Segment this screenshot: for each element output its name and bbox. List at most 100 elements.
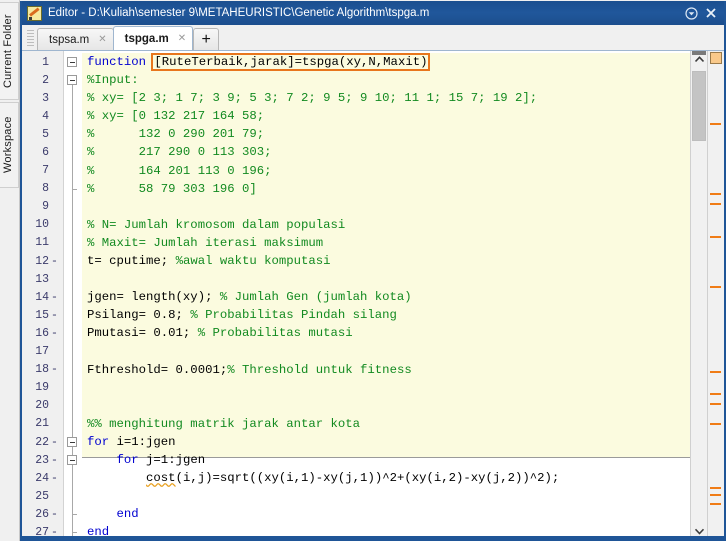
- line-number-4: 4: [22, 107, 63, 125]
- fold-row-1: [64, 53, 82, 71]
- code-line-18: Fthreshold= 0.0001;% Threshold untuk fit…: [82, 361, 690, 379]
- tab-bar-grip[interactable]: [27, 30, 34, 48]
- line-number-6: 6: [22, 143, 63, 161]
- line-number-value: 5: [42, 127, 49, 141]
- sidebar-tab-current-folder-label: Current Folder: [2, 14, 14, 88]
- code-line-15: Psilang= 0.8; % Probabilitas Pindah sila…: [82, 306, 690, 324]
- executable-line-marker[interactable]: -: [49, 454, 60, 467]
- analyzer-warning-mark[interactable]: [710, 193, 721, 195]
- tab-tspsa[interactable]: tspsa.m ✕: [37, 28, 114, 50]
- line-number-value: 16: [35, 326, 49, 340]
- code-line-14: jgen= length(xy); % Jumlah Gen (jumlah k…: [82, 288, 690, 306]
- scrollbar-track[interactable]: [691, 67, 707, 523]
- code-line-7: % 164 201 113 0 196;: [82, 162, 690, 180]
- tab-tspga-label: tspga.m: [124, 32, 169, 45]
- line-number-9: 9: [22, 198, 63, 216]
- function-signature-highlight: [RuteTerbaik,jarak]=tspga(xy,N,Maxit): [151, 53, 431, 71]
- line-number-3: 3: [22, 89, 63, 107]
- analyzer-warning-mark[interactable]: [710, 503, 721, 505]
- executable-line-marker[interactable]: -: [49, 472, 60, 485]
- line-number-22: 22-: [22, 433, 63, 451]
- executable-line-marker[interactable]: -: [49, 291, 60, 304]
- tab-tspsa-close-icon[interactable]: ✕: [98, 34, 106, 45]
- fold-row-8: [64, 180, 82, 198]
- line-number-23: 23-: [22, 451, 63, 469]
- fold-toggle-icon[interactable]: [67, 57, 77, 67]
- scrollbar-thumb[interactable]: [692, 71, 706, 141]
- executable-line-marker[interactable]: -: [49, 309, 60, 322]
- code-line-2: %Input:: [82, 71, 690, 89]
- code-comment: % 164 201 113 0 196;: [87, 163, 272, 178]
- matlab-editor-icon: [27, 5, 42, 21]
- executable-line-marker[interactable]: -: [49, 508, 60, 521]
- code-comment: %awal waktu komputasi: [175, 254, 331, 269]
- line-number-value: 23: [35, 453, 49, 467]
- analyzer-warning-mark[interactable]: [710, 236, 721, 238]
- fold-toggle-icon[interactable]: [67, 436, 77, 447]
- vertical-scrollbar[interactable]: [690, 51, 707, 539]
- fold-row-12: [64, 252, 82, 270]
- sidebar-tab-workspace[interactable]: Workspace: [0, 102, 19, 188]
- line-number-1: 1: [22, 53, 63, 71]
- analyzer-warning-mark[interactable]: [710, 494, 721, 496]
- tab-tspga-close-icon[interactable]: ✕: [178, 33, 186, 44]
- new-tab-button[interactable]: +: [193, 28, 220, 50]
- line-number-value: 20: [35, 399, 49, 413]
- line-number-value: 1: [42, 55, 49, 69]
- analyzer-warning-mark[interactable]: [710, 286, 721, 288]
- executable-line-marker[interactable]: -: [49, 436, 60, 449]
- left-dock: Current Folder Workspace: [0, 0, 20, 541]
- analyzer-warning-mark[interactable]: [710, 403, 721, 405]
- code-folding-column: [64, 51, 82, 539]
- analyzer-warning-mark[interactable]: [710, 393, 721, 395]
- fold-row-9: [64, 198, 82, 216]
- analyzer-warning-mark[interactable]: [710, 487, 721, 489]
- code-line-23: for j=1:jgen: [82, 451, 690, 469]
- fold-toggle-icon[interactable]: [67, 75, 77, 86]
- analyzer-warning-mark[interactable]: [710, 423, 721, 425]
- dropdown-icon[interactable]: [682, 4, 700, 22]
- sidebar-tab-current-folder[interactable]: Current Folder: [0, 2, 19, 100]
- analyzer-warning-mark[interactable]: [710, 123, 721, 125]
- executable-line-marker[interactable]: -: [49, 327, 60, 340]
- line-number-24: 24-: [22, 469, 63, 487]
- close-icon[interactable]: [702, 4, 720, 22]
- fold-row-25: [64, 487, 82, 505]
- line-number-value: 8: [42, 182, 49, 196]
- line-number-14: 14-: [22, 288, 63, 306]
- analyzer-warning-mark[interactable]: [710, 371, 721, 373]
- code-analyzer-strip[interactable]: [707, 51, 724, 539]
- analyzer-warning-mark[interactable]: [710, 203, 721, 205]
- code-keyword: function: [87, 55, 154, 69]
- executable-line-marker[interactable]: -: [49, 255, 60, 268]
- fold-row-13: [64, 270, 82, 288]
- tab-tspga[interactable]: tspga.m ✕: [112, 26, 194, 50]
- code-comment: % Jumlah Gen (jumlah kota): [219, 290, 412, 305]
- code-analyzer-status-icon[interactable]: [710, 52, 722, 64]
- line-number-13: 13: [22, 270, 63, 288]
- analyzer-warning-token: cost: [146, 471, 176, 486]
- line-number-value: 15: [35, 308, 49, 322]
- code-text: i=1:jgen: [109, 434, 176, 449]
- executable-line-marker[interactable]: -: [49, 363, 60, 376]
- code-line-12: t= cputime; %awal waktu komputasi: [82, 252, 690, 270]
- line-number-value: 3: [42, 91, 49, 105]
- line-number-value: 12: [35, 254, 49, 268]
- fold-toggle-icon[interactable]: [67, 455, 77, 466]
- code-comment: % Threshold untuk fitness: [227, 362, 412, 377]
- line-number-value: 24: [35, 471, 49, 485]
- fold-row-4: [64, 107, 82, 125]
- code-line-6: % 217 290 0 113 303;: [82, 143, 690, 161]
- code-comment: %% menghitung matrik jarak antar kota: [87, 416, 361, 431]
- fold-row-21: [64, 415, 82, 433]
- editor-window: Editor - D:\Kuliah\semester 9\METAHEURIS…: [20, 1, 726, 541]
- code-comment: % 58 79 303 196 0]: [87, 181, 257, 196]
- code-area[interactable]: function [RuteTerbaik,jarak]=tspga(xy,N,…: [82, 51, 690, 539]
